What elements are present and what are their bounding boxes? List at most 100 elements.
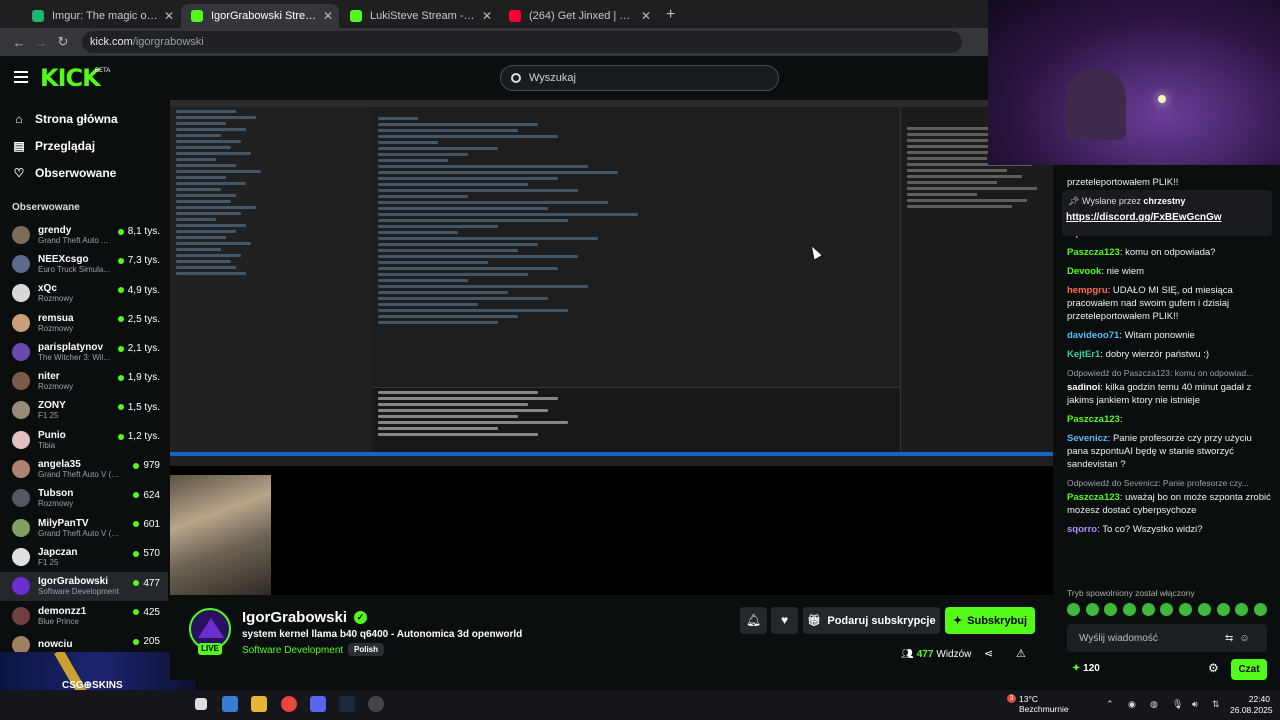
- pinned-message: 📌︎ Wysłane przez chrzestny https://disco…: [1062, 190, 1272, 236]
- notification-bell-button[interactable]: 🔔︎: [740, 607, 767, 634]
- followed-channel[interactable]: ZONY F1 25 1,5 tys.: [0, 396, 168, 425]
- kick-logo[interactable]: KICK: [40, 64, 101, 92]
- pinned-discord-link[interactable]: https://discord.gg/FxBEwGcnGw: [1066, 212, 1222, 223]
- browse-icon: ▤: [13, 138, 25, 153]
- report-icon[interactable]: ⚠: [1016, 647, 1026, 660]
- nav-browse[interactable]: ▤ Przeglądaj: [0, 132, 168, 159]
- chat-username[interactable]: sqorro: [1067, 524, 1097, 535]
- follow-button[interactable]: ♥: [771, 607, 798, 634]
- stream-category[interactable]: Software Development: [242, 645, 343, 656]
- followed-channel[interactable]: MilyPanTV Grand Theft Auto V (G... 601: [0, 513, 168, 542]
- followed-channel[interactable]: Tubson Rozmowy 624: [0, 484, 168, 513]
- emote-icon[interactable]: [1160, 603, 1174, 616]
- channel-points[interactable]: ✦ 120: [1072, 663, 1100, 674]
- obs-icon[interactable]: [368, 696, 384, 712]
- followed-channel[interactable]: IgorGrabowski Software Development 477: [0, 571, 168, 601]
- network-icon[interactable]: ⇅: [1212, 699, 1220, 710]
- forward-icon[interactable]: →: [30, 35, 52, 50]
- reload-icon[interactable]: ↻: [52, 34, 74, 50]
- app-icon[interactable]: [222, 696, 238, 712]
- emote-icon[interactable]: [1216, 603, 1230, 616]
- followed-channel[interactable]: grendy Grand Theft Auto ... 8,1 tys.: [0, 220, 168, 249]
- chat-username[interactable]: Paszcza123: [1067, 247, 1120, 258]
- emote-icon[interactable]: [1123, 603, 1137, 616]
- emote-icon[interactable]: [1179, 603, 1193, 616]
- emoji-icon[interactable]: ☺: [1239, 633, 1249, 644]
- chat-username[interactable]: sadinoi: [1067, 382, 1100, 393]
- emote-icon[interactable]: [1085, 603, 1099, 616]
- imgur-favicon-icon: [32, 10, 44, 22]
- followed-channel[interactable]: remsua Rozmowy 2,5 tys.: [0, 308, 168, 337]
- chat-message: Paszcza123:: [1067, 413, 1272, 426]
- weather-widget[interactable]: 3 13°C Bezchmurnie: [1007, 694, 1069, 714]
- chat-input-box[interactable]: ⇆ ☺: [1067, 624, 1267, 652]
- emote-icon[interactable]: [1067, 603, 1080, 616]
- menu-icon[interactable]: [14, 71, 28, 83]
- emote-icon[interactable]: [1141, 603, 1155, 616]
- channel-avatar: [12, 254, 30, 273]
- chat-username[interactable]: Paszcza123: [1067, 414, 1120, 425]
- channel-avatar: [12, 489, 30, 508]
- send-chat-button[interactable]: Czat: [1231, 659, 1267, 680]
- points-icon: ✦: [1072, 663, 1081, 674]
- gift-subscriptions-button[interactable]: 🎁︎ Podaruj subskrypcje: [803, 607, 940, 634]
- video-player[interactable]: [170, 100, 1053, 595]
- close-tab-icon[interactable]: ✕: [164, 9, 174, 23]
- subscribe-button[interactable]: ✦ Subskrybuj: [945, 607, 1035, 634]
- new-tab-icon[interactable]: +: [666, 4, 675, 28]
- heart-icon: ♥: [780, 613, 789, 627]
- chat-username[interactable]: Paszcza123: [1067, 492, 1120, 503]
- chat-username[interactable]: hempgru: [1067, 285, 1108, 296]
- chat-username[interactable]: Sevenicz: [1067, 433, 1108, 444]
- followed-channel[interactable]: niter Rozmowy 1,9 tys.: [0, 366, 168, 395]
- file-explorer-icon[interactable]: [251, 696, 267, 712]
- streamer-name[interactable]: IgorGrabowski ✓: [242, 609, 368, 626]
- followed-channel[interactable]: NEEXcsgo Euro Truck Simula... 7,3 tys.: [0, 249, 168, 278]
- tab-lukisteve[interactable]: LukiSteve Stream - Watch Live ✕: [340, 4, 498, 28]
- volume-icon[interactable]: 🔊︎: [1192, 699, 1198, 710]
- chevron-up-icon[interactable]: ⌃: [1106, 699, 1114, 710]
- emote-icon[interactable]: [1235, 603, 1249, 616]
- task-view-icon[interactable]: [195, 698, 207, 710]
- chat-username[interactable]: KejtEr1: [1067, 349, 1100, 360]
- tab-imgur[interactable]: Imgur: The magic of the Internet ✕: [22, 4, 180, 28]
- chat-message-input[interactable]: [1079, 632, 1219, 644]
- followed-channel[interactable]: parisplatynov The Witcher 3: Wil... 2,1 ty…: [0, 337, 168, 366]
- share-icon[interactable]: ⋖: [984, 647, 993, 660]
- emote-icon[interactable]: [1197, 603, 1211, 616]
- star-icon: ✦: [952, 615, 963, 627]
- followed-channel[interactable]: Japczan F1 25 570: [0, 542, 168, 571]
- followed-channel[interactable]: Punio Tibia 1,2 tys.: [0, 425, 168, 454]
- back-icon[interactable]: ←: [8, 35, 30, 50]
- steam-icon[interactable]: [339, 696, 355, 712]
- system-clock[interactable]: 22:40 26.08.2025: [1230, 694, 1273, 716]
- followed-channel[interactable]: angela35 Grand Theft Auto V (G... 979: [0, 454, 168, 483]
- search-input[interactable]: [529, 72, 749, 84]
- chat-settings-gear-icon[interactable]: ⚙: [1208, 661, 1219, 675]
- language-tag[interactable]: Polish: [348, 643, 385, 656]
- discord-icon[interactable]: [310, 696, 326, 712]
- channel-category: Grand Theft Auto V (G...: [38, 470, 122, 480]
- url-field[interactable]: kick.com/igorgrabowski: [82, 31, 962, 53]
- tab-igorgrabowski[interactable]: IgorGrabowski Stream - Watch ✕: [181, 4, 339, 28]
- search-bar[interactable]: [500, 65, 779, 91]
- csgoskins-ad[interactable]: CSG⊕SKINS: [0, 652, 195, 692]
- emote-icon[interactable]: [1104, 603, 1118, 616]
- chrome-icon[interactable]: [281, 696, 297, 712]
- discord-tray-icon[interactable]: ◉: [1128, 699, 1136, 710]
- emote-icon[interactable]: [1253, 603, 1267, 616]
- close-tab-icon[interactable]: ✕: [482, 9, 492, 23]
- microphone-icon[interactable]: 🎙︎: [1172, 699, 1183, 710]
- nav-following[interactable]: ♡ Obserwowane: [0, 159, 168, 186]
- followed-channel[interactable]: xQc Rozmowy 4,9 tys.: [0, 279, 168, 308]
- chat-username[interactable]: davideoo71: [1067, 330, 1119, 341]
- translate-icon[interactable]: ⇆: [1225, 633, 1233, 644]
- tab-youtube[interactable]: (264) Get Jinxed | League of Legends ✕: [499, 4, 657, 28]
- close-tab-icon[interactable]: ✕: [641, 9, 651, 23]
- close-tab-icon[interactable]: ✕: [323, 9, 333, 23]
- nav-home[interactable]: ⌂ Strona główna: [0, 105, 168, 132]
- channel-avatar: [12, 372, 30, 391]
- followed-channel[interactable]: demonzz1 Blue Prince 425: [0, 601, 168, 630]
- steam-tray-icon[interactable]: ◍: [1150, 699, 1158, 710]
- chat-username[interactable]: Devook: [1067, 266, 1101, 277]
